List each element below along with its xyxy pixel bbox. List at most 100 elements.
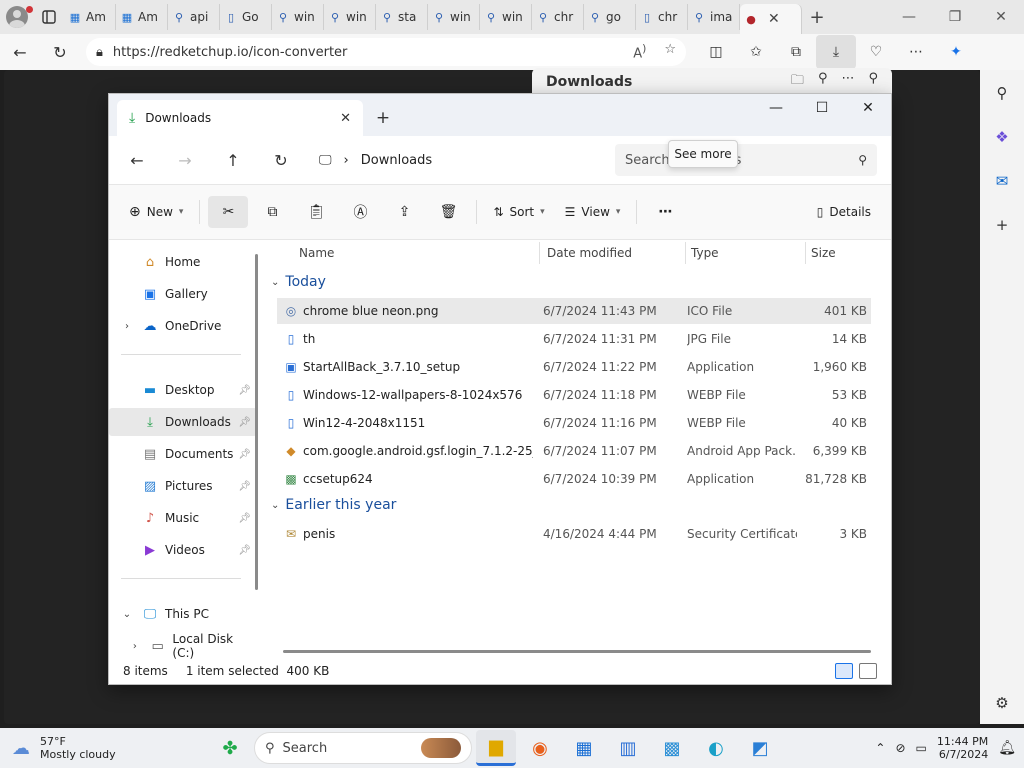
battery-icon[interactable]: ▭ — [916, 741, 927, 755]
column-separator[interactable] — [805, 242, 806, 264]
browser-tab[interactable]: ⚲ sta — [376, 4, 428, 30]
downloads-icon[interactable]: ⤓ — [816, 35, 856, 69]
file-explorer-taskbar-icon[interactable]: ▆ — [476, 730, 516, 766]
favorites-icon[interactable]: ✩ — [736, 35, 776, 69]
browser-tab[interactable]: ▦ Am — [64, 4, 116, 30]
pin-icon[interactable]: ⚲ — [868, 71, 878, 93]
file-row[interactable]: ▣ StartAllBack_3.7.10_setup 6/7/2024 11:22… — [277, 354, 871, 380]
file-row[interactable]: ◆ com.google.android.gsf.login_7.1.2-25_.… — [277, 438, 871, 464]
file-row[interactable]: ▩ ccsetup624 6/7/2024 10:39 PM Application 8… — [277, 466, 871, 492]
favorite-star-icon[interactable]: ☆ — [664, 42, 676, 61]
nav-item-local-disk[interactable]: › ▭ Local Disk (C:) — [109, 632, 257, 660]
more-menu-icon[interactable]: ⋯ — [896, 35, 936, 69]
refresh-icon[interactable]: ↻ — [257, 140, 305, 180]
back-arrow-icon[interactable]: ← — [113, 140, 161, 180]
explorer-maximize-button[interactable]: ☐ — [799, 94, 845, 122]
browser-tab[interactable]: ⚲ go — [584, 4, 636, 30]
explorer-address-bar[interactable]: 🖵︎ › Downloads — [311, 144, 601, 176]
browser-tab[interactable]: ⚲ win — [428, 4, 480, 30]
browser-tab[interactable]: ⚲ win — [480, 4, 532, 30]
browser-tab[interactable]: ▯ chr — [636, 4, 688, 30]
browser-tab[interactable]: ⚲ ima — [688, 4, 740, 30]
close-window-button[interactable]: ✕ — [978, 0, 1024, 34]
see-more-button[interactable]: ⋯ — [645, 196, 685, 228]
nav-item-desktop[interactable]: ▬ Desktop 📌︎ — [109, 376, 257, 404]
horizontal-scrollbar[interactable] — [283, 650, 871, 653]
details-view-icon[interactable] — [835, 663, 853, 679]
nav-item-gallery[interactable]: ▣ Gallery — [109, 280, 257, 308]
address-bar[interactable]: 🔒︎ https://redketchup.io/icon-converter … — [86, 38, 686, 66]
open-folder-icon[interactable]: 🗀︎ — [791, 71, 804, 93]
column-header-name[interactable]: Name — [299, 240, 334, 266]
chevron-right-icon[interactable]: › — [121, 321, 133, 332]
settings-gear-icon[interactable]: ⚙ — [989, 690, 1015, 716]
more-options-icon[interactable]: ⋯ — [841, 71, 854, 93]
explorer-close-button[interactable]: ✕ — [845, 94, 891, 122]
file-row[interactable]: ▯ Windows-12-wallpapers-8-1024x576 6/7/202… — [277, 382, 871, 408]
file-row[interactable]: ▯ th 6/7/2024 11:31 PM JPG File 14 KB — [277, 326, 871, 352]
notepad-icon[interactable]: ▥ — [608, 730, 648, 766]
tiles-view-icon[interactable] — [859, 663, 877, 679]
browser-tab[interactable]: ▦ Am — [116, 4, 168, 30]
column-header-date[interactable]: Date modified — [547, 240, 632, 266]
column-header-type[interactable]: Type — [691, 240, 719, 266]
microsoft-store-icon[interactable]: ▦ — [564, 730, 604, 766]
explorer-tab-downloads[interactable]: ⤓ Downloads ✕ — [117, 100, 363, 136]
nav-item-onedrive[interactable]: › ☁ OneDrive — [109, 312, 257, 340]
browser-tab[interactable]: ⚲ chr — [532, 4, 584, 30]
close-tab-icon[interactable]: ✕ — [340, 111, 351, 126]
column-header-size[interactable]: Size — [811, 240, 836, 266]
file-row[interactable]: ▯ Win12-4-2048x1151 6/7/2024 11:16 PM WEBP … — [277, 410, 871, 436]
paste-button[interactable]: 📋︎ — [296, 196, 336, 228]
split-screen-icon[interactable]: ◫ — [696, 35, 736, 69]
search-downloads-icon[interactable]: ⚲ — [818, 71, 828, 93]
group-header-earlier[interactable]: ⌄ Earlier this year — [271, 493, 396, 517]
browser-essentials-icon[interactable]: ♡ — [856, 35, 896, 69]
nav-item-downloads[interactable]: ⤓ Downloads 📌︎ — [109, 408, 257, 436]
firefox-icon[interactable]: ◉ — [520, 730, 560, 766]
chevron-up-icon[interactable]: ⌃ — [875, 741, 885, 755]
up-arrow-icon[interactable]: ↑ — [209, 140, 257, 180]
chevron-down-icon[interactable]: ⌄ — [121, 609, 133, 620]
new-tab-button[interactable]: + — [802, 7, 832, 28]
nav-item-home[interactable]: ⌂ Home — [109, 248, 257, 276]
close-tab-icon[interactable]: ✕ — [768, 11, 780, 27]
group-header-today[interactable]: ⌄ Today — [271, 270, 326, 294]
network-icon[interactable]: ⊘ — [895, 741, 905, 755]
refresh-button[interactable]: ↻ — [40, 35, 80, 69]
nav-scrollbar[interactable] — [255, 254, 258, 590]
notification-bell-icon[interactable]: 🔔︎ — [998, 740, 1016, 756]
back-button[interactable]: ← — [0, 35, 40, 69]
file-row[interactable]: ✉ penis 4/16/2024 4:44 PM Security Certific… — [277, 521, 871, 547]
cut-button[interactable]: ✂ — [208, 196, 249, 228]
photos-icon[interactable]: ◩ — [740, 730, 780, 766]
browser-tab[interactable]: ⚲ api — [168, 4, 220, 30]
share-button[interactable]: ⇪ — [384, 196, 424, 228]
collections-icon[interactable]: ⧉ — [776, 35, 816, 69]
browser-tab[interactable]: ▯ Go — [220, 4, 272, 30]
nav-item-documents[interactable]: ▤ Documents 📌︎ — [109, 440, 257, 468]
control-panel-icon[interactable]: ▩ — [652, 730, 692, 766]
start-button[interactable]: ✤ — [210, 730, 250, 766]
column-separator[interactable] — [685, 242, 686, 264]
new-explorer-tab-button[interactable]: + — [363, 100, 403, 136]
column-separator[interactable] — [539, 242, 540, 264]
edge-icon[interactable]: ◐ — [696, 730, 736, 766]
outlook-icon[interactable]: ✉ — [989, 168, 1015, 194]
restore-button[interactable]: ❐ — [932, 0, 978, 34]
copy-button[interactable]: ⧉ — [252, 196, 292, 228]
minimize-button[interactable]: — — [886, 0, 932, 34]
read-aloud-icon[interactable]: A) — [633, 42, 646, 61]
copilot-icon[interactable]: ✦ — [936, 35, 976, 69]
delete-button[interactable]: 🗑︎ — [428, 196, 468, 228]
explorer-search-input[interactable]: Search ls ⚲ — [615, 144, 877, 176]
weather-widget[interactable]: ☁ 57°F Mostly cloudy — [0, 735, 200, 761]
rename-button[interactable]: Ⓐ — [340, 196, 380, 228]
nav-item-music[interactable]: ♪ Music 📌︎ — [109, 504, 257, 532]
browser-tab[interactable]: ⚲ win — [272, 4, 324, 30]
add-sidebar-icon[interactable]: + — [989, 212, 1015, 238]
new-button[interactable]: ⊕ New ▾ — [121, 196, 191, 228]
nav-item-pictures[interactable]: ▨ Pictures 📌︎ — [109, 472, 257, 500]
copilot-sidebar-icon[interactable]: ❖ — [989, 124, 1015, 150]
clock[interactable]: 11:44 PM 6/7/2024 — [937, 735, 988, 761]
